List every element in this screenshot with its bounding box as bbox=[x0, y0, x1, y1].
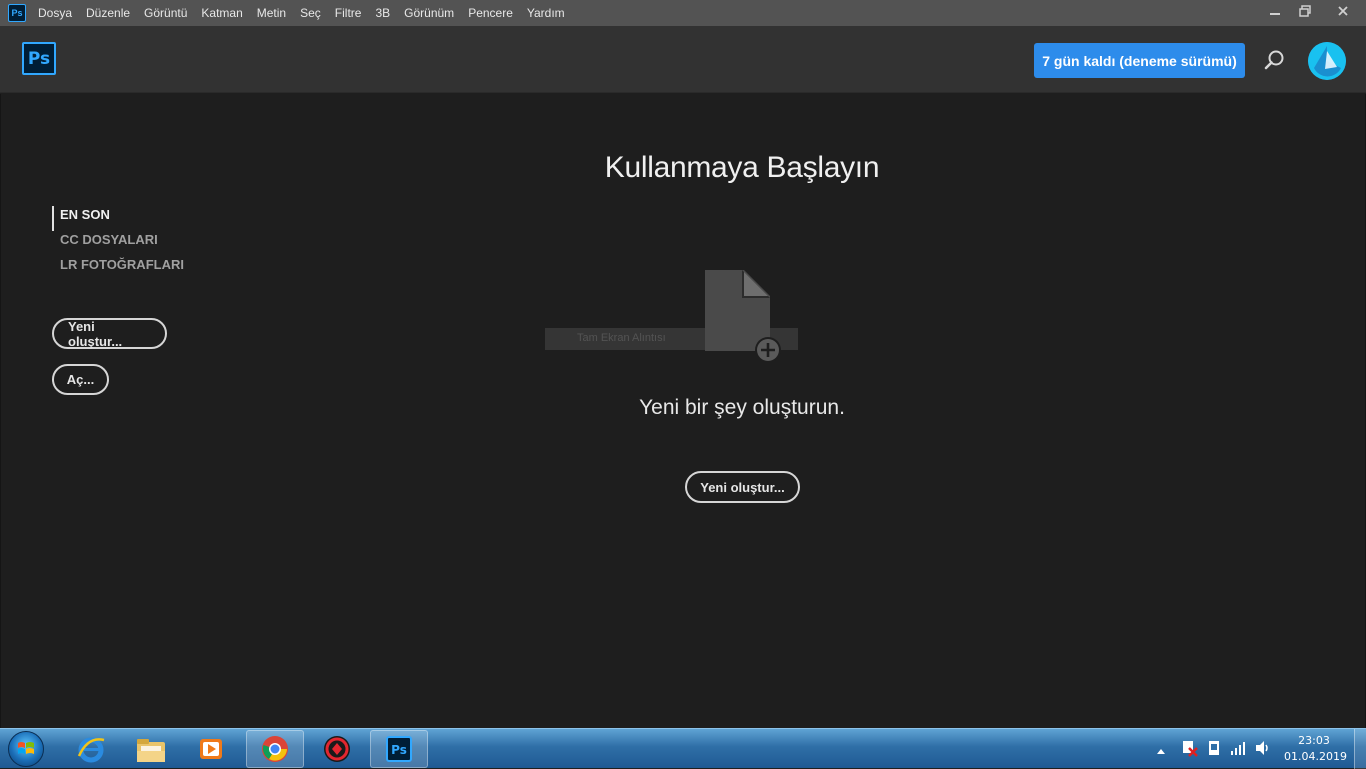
menu-katman[interactable]: Katman bbox=[201, 6, 242, 20]
clock[interactable]: 23:03 01.04.2019 bbox=[1284, 733, 1344, 765]
show-hidden-icons-icon[interactable] bbox=[1156, 743, 1166, 761]
menu-3b[interactable]: 3B bbox=[375, 6, 390, 20]
open-button[interactable]: Aç... bbox=[52, 364, 109, 395]
new-button-center[interactable]: Yeni oluştur... bbox=[685, 471, 800, 503]
action-center-icon[interactable] bbox=[1181, 739, 1199, 762]
menu-sec[interactable]: Seç bbox=[300, 6, 321, 20]
file-explorer-icon[interactable] bbox=[122, 730, 180, 768]
photoshop-icon[interactable]: Ps bbox=[370, 730, 428, 768]
internet-explorer-icon[interactable] bbox=[62, 730, 120, 768]
nav-item-lr-photos[interactable]: LR FOTOĞRAFLARI bbox=[52, 256, 184, 281]
user-avatar[interactable] bbox=[1308, 42, 1346, 80]
restore-icon[interactable] bbox=[1290, 0, 1320, 22]
svg-text:Ps: Ps bbox=[391, 743, 407, 757]
search-icon[interactable] bbox=[1262, 48, 1286, 72]
menu-filtre[interactable]: Filtre bbox=[335, 6, 362, 20]
new-button[interactable]: Yeni oluştur... bbox=[52, 318, 167, 349]
empty-state-message: Yeni bir şey oluşturun. bbox=[1, 396, 1366, 420]
window-controls bbox=[1260, 0, 1366, 22]
nav-item-cc-files[interactable]: CC DOSYALARI bbox=[52, 231, 184, 256]
windows-logo-icon bbox=[8, 731, 44, 767]
photoshop-logo: Ps bbox=[22, 42, 56, 75]
close-icon[interactable] bbox=[1320, 0, 1366, 22]
menu-metin[interactable]: Metin bbox=[257, 6, 286, 20]
menu-gorunum[interactable]: Görünüm bbox=[404, 6, 454, 20]
chrome-icon[interactable] bbox=[246, 730, 304, 768]
network-icon[interactable] bbox=[1206, 739, 1224, 762]
new-document-icon bbox=[704, 270, 784, 362]
menu-yardim[interactable]: Yardım bbox=[527, 6, 565, 20]
page-title: Kullanmaya Başlayın bbox=[1, 151, 1366, 185]
app-icon: Ps bbox=[8, 4, 26, 22]
signal-icon[interactable] bbox=[1230, 739, 1248, 762]
menu-duzenle[interactable]: Düzenle bbox=[86, 6, 130, 20]
nav-item-recent[interactable]: EN SON bbox=[52, 206, 184, 231]
snip-overlay-label: Tam Ekran Alıntısı bbox=[577, 332, 666, 344]
start-button[interactable] bbox=[2, 730, 50, 768]
media-player-icon[interactable] bbox=[182, 730, 240, 768]
volume-icon[interactable] bbox=[1254, 739, 1272, 762]
home-screen: Kullanmaya Başlayın EN SON CC DOSYALARI … bbox=[0, 94, 1366, 728]
menu-bar: Ps Dosya Düzenle Görüntü Katman Metin Se… bbox=[0, 0, 1366, 26]
clock-time: 23:03 bbox=[1284, 733, 1344, 749]
menu-pencere[interactable]: Pencere bbox=[468, 6, 513, 20]
antivirus-icon[interactable] bbox=[308, 730, 366, 768]
show-desktop-button[interactable] bbox=[1354, 729, 1366, 769]
trial-button[interactable]: 7 gün kaldı (deneme sürümü) bbox=[1034, 43, 1245, 78]
side-nav: EN SON CC DOSYALARI LR FOTOĞRAFLARI bbox=[52, 206, 184, 281]
clock-date: 01.04.2019 bbox=[1284, 749, 1344, 765]
menu-dosya[interactable]: Dosya bbox=[38, 6, 72, 20]
minimize-icon[interactable] bbox=[1260, 0, 1290, 22]
taskbar: Ps 23:03 01.04.2019 bbox=[0, 728, 1366, 768]
menu-goruntu[interactable]: Görüntü bbox=[144, 6, 187, 20]
home-header: Ps 7 gün kaldı (deneme sürümü) bbox=[0, 26, 1366, 93]
